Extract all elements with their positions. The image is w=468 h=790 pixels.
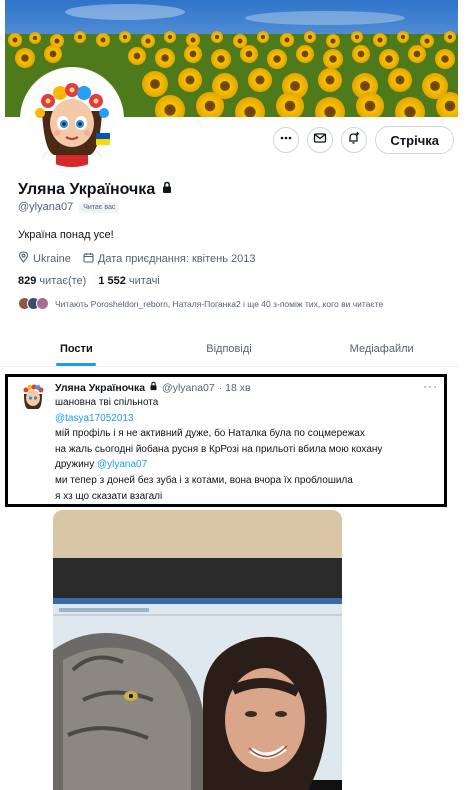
followers-stat[interactable]: 1 552 читачі bbox=[98, 275, 159, 287]
bell-plus-icon bbox=[347, 131, 361, 150]
tweet-author-avatar[interactable] bbox=[18, 381, 48, 411]
message-button[interactable] bbox=[307, 127, 334, 153]
joined-item: Дата приєднання: квітень 2013 bbox=[83, 252, 256, 266]
tab-replies[interactable]: Відповіді bbox=[153, 331, 306, 366]
tweet[interactable]: Уляна Україночка @ylyana07 · 18 хв ··· ш… bbox=[5, 374, 447, 507]
tweet-author-name[interactable]: Уляна Україночка bbox=[55, 382, 145, 394]
followers-count: 1 552 bbox=[98, 275, 126, 287]
profile-meta: Ukraine Дата приєднання: квітень 2013 bbox=[18, 251, 255, 266]
joined-text: Дата приєднання: квітень 2013 bbox=[97, 252, 256, 265]
followers-you-know[interactable]: Читають Porosheldon_reborn, Наталя-Поган… bbox=[18, 297, 383, 310]
location-text: Ukraine bbox=[33, 252, 71, 265]
profile-name-row: Уляна Україночка bbox=[18, 181, 173, 199]
tweet-text: шановна тві спільнота @tasya17052013 мій… bbox=[55, 395, 382, 504]
tweet-line: я хз що сказати взагалі bbox=[55, 490, 163, 502]
follows-you-badge: Читає вас bbox=[79, 201, 120, 213]
mini-avatar bbox=[36, 297, 49, 310]
following-count: 829 bbox=[18, 275, 37, 287]
display-name: Уляна Україночка bbox=[18, 181, 156, 198]
tweet-time[interactable]: · 18 хв bbox=[219, 382, 251, 394]
tweet-mention[interactable]: @tasya17052013 bbox=[55, 411, 382, 427]
tweet-mention[interactable]: @ylyana07 bbox=[97, 459, 147, 470]
tweet-header: Уляна Україночка @ylyana07 · 18 хв bbox=[55, 381, 251, 394]
followers-you-know-text: Читають Porosheldon_reborn, Наталя-Поган… bbox=[55, 298, 384, 309]
tab-media[interactable]: Медіафайли bbox=[305, 331, 458, 366]
notifications-button[interactable] bbox=[341, 127, 368, 153]
profile-avatar[interactable] bbox=[20, 67, 124, 171]
calendar-icon bbox=[83, 252, 94, 266]
tweet-line: мій профіль і я не активний дуже, бо Нат… bbox=[55, 428, 365, 440]
tweet-author-handle[interactable]: @ylyana07 bbox=[162, 382, 215, 394]
location-item: Ukraine bbox=[18, 251, 71, 266]
following-stat[interactable]: 829 читає(те) bbox=[18, 275, 86, 287]
tweet-line: на жаль сьогодні йобана русня в КрРозі н… bbox=[55, 443, 383, 455]
profile-tabs: Пости Відповіді Медіафайли bbox=[0, 331, 458, 367]
lock-icon bbox=[161, 181, 173, 199]
profile-stats: 829 читає(те) 1 552 читачі bbox=[18, 275, 160, 287]
tweet-lock-icon bbox=[149, 381, 158, 394]
mail-icon bbox=[313, 131, 327, 150]
tweet-line: дружину bbox=[55, 459, 95, 471]
tweet-line: ми тепер з доней без зуба і з котами, во… bbox=[55, 474, 353, 486]
followers-you-know-avatars bbox=[18, 297, 49, 310]
more-icon bbox=[279, 131, 293, 150]
location-pin-icon bbox=[18, 251, 29, 266]
profile-handle-row: @ylyana07 Читає вас bbox=[18, 201, 120, 213]
tweet-media-photo[interactable] bbox=[53, 510, 342, 790]
tweet-line: шановна тві спільнота bbox=[55, 397, 159, 408]
following-label: читає(те) bbox=[39, 275, 87, 287]
tweet-line-with-mention: дружину @ylyana07 bbox=[55, 457, 382, 473]
tweet-more-icon[interactable]: ··· bbox=[423, 379, 438, 393]
profile-handle: @ylyana07 bbox=[18, 201, 74, 213]
tab-posts[interactable]: Пости bbox=[0, 331, 153, 366]
more-button[interactable] bbox=[273, 127, 300, 153]
following-button[interactable]: Стрічка bbox=[375, 126, 454, 154]
profile-actions: Стрічка bbox=[273, 126, 454, 154]
followers-label: читачі bbox=[128, 275, 160, 287]
profile-bio: Україна понад усе! bbox=[18, 229, 114, 241]
